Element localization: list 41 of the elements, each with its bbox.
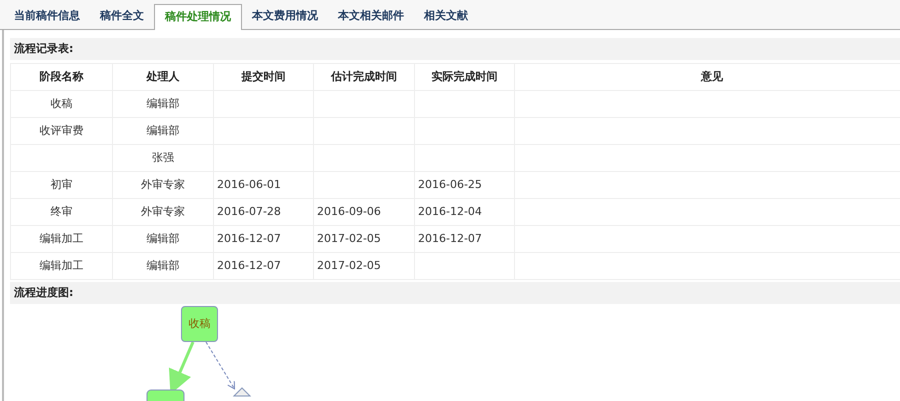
table-cell: 2016-06-25 (418, 178, 482, 191)
table-cell: 2016-06-01 (217, 178, 281, 191)
table-cell: 编辑部 (146, 232, 180, 245)
dashed-flow-arrow (206, 342, 236, 390)
column-header: 处理人 (112, 64, 214, 90)
column-header: 估计完成时间 (314, 64, 414, 90)
tab[interactable]: 相关文献 (414, 3, 478, 29)
table-cell: 编辑加工 (40, 258, 84, 272)
flow-node: 收稿 (181, 306, 218, 342)
table-cell: 2016-09-06 (317, 204, 381, 218)
table-cell: 2016-12-04 (418, 204, 482, 218)
tab[interactable]: 稿件处理情况 (154, 4, 242, 30)
tab[interactable]: 本文费用情况 (242, 3, 328, 29)
table-cell: 2016-12-07 (217, 258, 281, 272)
flow-node (146, 390, 184, 401)
tab[interactable]: 本文相关邮件 (328, 3, 414, 29)
table-cell: 编辑部 (146, 124, 180, 137)
column-header: 意见 (514, 64, 900, 90)
table-cell: 2017-02-05 (317, 258, 381, 272)
section-title: 流程进度图: (14, 284, 74, 301)
table-cell: 2017-02-05 (317, 232, 381, 245)
table-cell: 编辑部 (146, 258, 180, 272)
table-cell: 编辑加工 (40, 232, 84, 245)
table-cell: 初审 (50, 178, 72, 191)
table-cell: 外审专家 (141, 204, 185, 218)
decision-node (232, 387, 252, 396)
column-header: 实际完成时间 (414, 64, 514, 90)
table-cell: 编辑部 (146, 96, 180, 110)
tab[interactable]: 当前稿件信息 (4, 3, 90, 29)
column-header: 阶段名称 (10, 64, 112, 90)
table-cell: 终审 (50, 204, 72, 218)
section-title: 流程记录表: (14, 40, 74, 57)
table-cell: 2016-12-07 (217, 232, 281, 245)
tab[interactable]: 稿件全文 (90, 3, 154, 29)
column-header: 提交时间 (214, 64, 314, 90)
table-cell: 张强 (152, 150, 174, 164)
table-cell: 2016-12-07 (418, 232, 482, 245)
table-cell: 外审专家 (141, 178, 185, 191)
table-cell: 收评审费 (40, 124, 84, 137)
table-cell: 收稿 (50, 96, 72, 110)
table-cell: 2016-07-28 (217, 204, 281, 218)
